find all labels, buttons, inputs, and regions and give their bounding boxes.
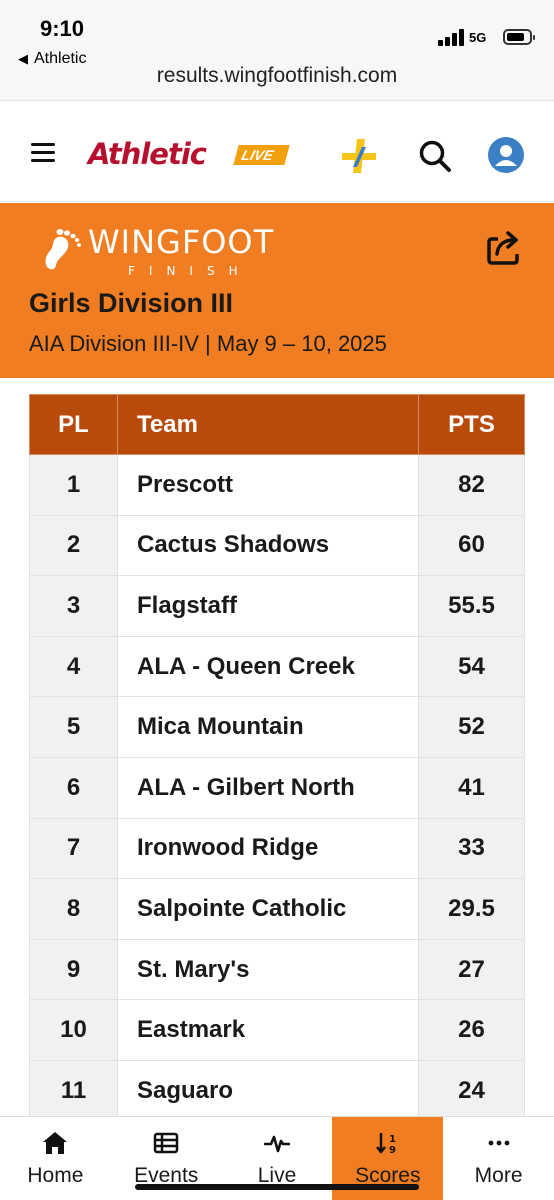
table-row[interactable]: 2 Cactus Shadows 60 [29, 514, 525, 577]
place-cell: 4 [29, 635, 118, 698]
team-cell: Prescott [117, 454, 419, 516]
battery-icon [503, 29, 535, 45]
place-cell: 1 [29, 454, 118, 516]
place-cell: 9 [29, 938, 118, 1001]
plus-icon[interactable] [340, 137, 378, 175]
more-icon [488, 1140, 509, 1146]
table-row[interactable]: 8 Salpointe Catholic 29.5 [29, 878, 525, 940]
team-cell: Mica Mountain [117, 696, 419, 758]
team-scores-table: PL Team PTS 1 Prescott 82 2 Cactus Shadows 6… [29, 394, 525, 1122]
tab-home[interactable]: Home [0, 1117, 111, 1200]
team-cell: St. Mary's [117, 938, 419, 1001]
column-header-place[interactable]: PL [29, 394, 118, 455]
points-cell: 41 [418, 756, 525, 819]
logo-live-badge: LIVE [233, 145, 290, 165]
menu-icon[interactable] [31, 143, 55, 163]
signal-icon [438, 28, 466, 46]
tab-label: Home [27, 1164, 84, 1187]
team-cell: Eastmark [117, 999, 419, 1061]
place-cell: 5 [29, 696, 118, 758]
share-icon[interactable] [484, 227, 524, 267]
table-row[interactable]: 4 ALA - Queen Creek 54 [29, 635, 525, 698]
team-cell: Saguaro [117, 1059, 419, 1122]
search-icon[interactable] [418, 139, 452, 173]
tab-label: More [474, 1164, 523, 1187]
place-cell: 7 [29, 817, 118, 880]
network-label: 5G [469, 30, 487, 45]
finish-wordmark: FINISH [128, 264, 252, 278]
status-bar: 9:10 ◀ Athletic 5G results.wingfootfinish… [0, 0, 554, 100]
team-cell: Ironwood Ridge [117, 817, 419, 880]
points-cell: 27 [418, 938, 525, 1001]
footprint-icon [45, 229, 81, 270]
points-cell: 33 [418, 817, 525, 880]
place-cell: 10 [29, 999, 118, 1061]
app-header: Athletic LIVE [0, 100, 554, 202]
points-cell: 52 [418, 696, 525, 758]
events-icon [153, 1132, 179, 1154]
place-cell: 6 [29, 756, 118, 819]
svg-text:1: 1 [389, 1134, 396, 1145]
points-cell: 60 [418, 514, 525, 577]
table-row[interactable]: 5 Mica Mountain 52 [29, 696, 525, 758]
points-cell: 24 [418, 1059, 525, 1122]
svg-text:9: 9 [389, 1145, 396, 1155]
points-cell: 29.5 [418, 878, 525, 940]
logo-text: Athletic [88, 137, 207, 171]
wingfoot-wordmark: WINGFOOT [88, 223, 275, 261]
meet-subtitle: AIA Division III-IV | May 9 – 10, 2025 [29, 331, 387, 356]
wingfoot-logo: WINGFOOT FINISH [40, 223, 273, 278]
place-cell: 8 [29, 878, 118, 940]
meet-banner: WINGFOOT FINISH Girls Division III AIA D… [0, 203, 554, 378]
tab-more[interactable]: More [443, 1117, 554, 1200]
team-cell: Cactus Shadows [117, 514, 419, 577]
table-header-row: PL Team PTS [29, 394, 525, 455]
points-cell: 82 [418, 454, 525, 516]
table-row[interactable]: 7 Ironwood Ridge 33 [29, 817, 525, 880]
team-cell: Flagstaff [117, 575, 419, 637]
team-cell: Salpointe Catholic [117, 878, 419, 940]
points-cell: 54 [418, 635, 525, 698]
table-row[interactable]: 6 ALA - Gilbert North 41 [29, 756, 525, 819]
clock: 9:10 [40, 16, 85, 41]
home-icon [43, 1132, 68, 1154]
table-row[interactable]: 10 Eastmark 26 [29, 999, 525, 1061]
column-header-team[interactable]: Team [117, 394, 419, 455]
table-row[interactable]: 11 Saguaro 24 [29, 1059, 525, 1122]
url-bar[interactable]: results.wingfootfinish.com [0, 64, 554, 88]
scores-icon: 1 9 [375, 1133, 396, 1155]
team-cell: ALA - Gilbert North [117, 756, 419, 819]
account-icon[interactable] [488, 137, 524, 173]
place-cell: 3 [29, 575, 118, 637]
table-row[interactable]: 1 Prescott 82 [29, 454, 525, 516]
home-indicator [135, 1184, 419, 1190]
column-header-points[interactable]: PTS [418, 394, 525, 455]
table-row[interactable]: 3 Flagstaff 55.5 [29, 575, 525, 637]
live-icon [263, 1135, 290, 1153]
table-row[interactable]: 9 St. Mary's 27 [29, 938, 525, 1001]
place-cell: 11 [29, 1059, 118, 1122]
team-cell: ALA - Queen Creek [117, 635, 419, 698]
meet-title: Girls Division III [29, 288, 234, 318]
points-cell: 26 [418, 999, 525, 1061]
place-cell: 2 [29, 514, 118, 577]
points-cell: 55.5 [418, 575, 525, 637]
